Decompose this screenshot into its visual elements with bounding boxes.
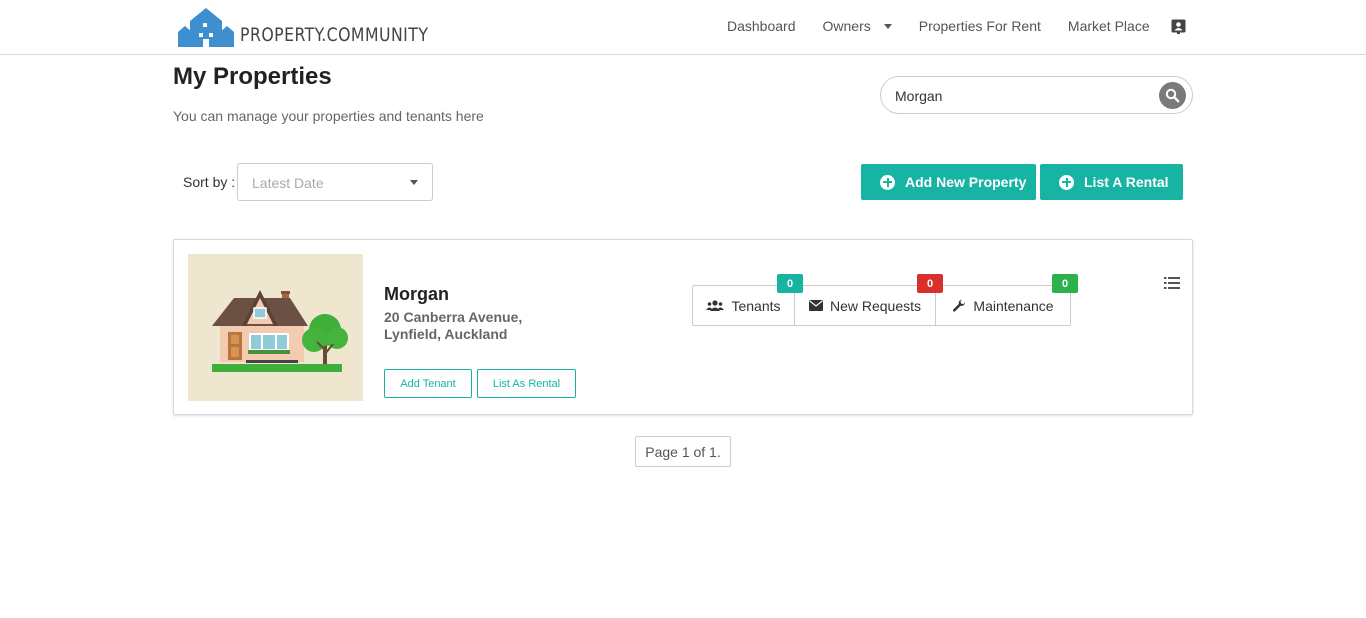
nav-properties-for-rent[interactable]: Properties For Rent xyxy=(919,18,1041,34)
maintenance-label: Maintenance xyxy=(973,297,1054,314)
logo-houses-icon xyxy=(178,8,234,47)
logo[interactable]: PROPERTY.COMMUNITY xyxy=(176,5,445,47)
sort-selected-value: Latest Date xyxy=(252,175,324,191)
nav-dashboard[interactable]: Dashboard xyxy=(727,18,796,34)
property-address-line1: 20 Canberra Avenue, xyxy=(384,309,523,325)
plus-circle-icon xyxy=(1059,174,1074,190)
search-button[interactable] xyxy=(1159,82,1186,109)
envelope-icon xyxy=(808,300,823,311)
list-a-rental-button[interactable]: List A Rental xyxy=(1040,164,1183,200)
wrench-icon xyxy=(953,299,966,312)
new-requests-stat-button[interactable]: 0 New Requests xyxy=(795,274,943,325)
list-as-rental-button[interactable]: List As Rental xyxy=(477,369,576,398)
search-box[interactable]: Morgan xyxy=(880,76,1193,114)
maintenance-stat-button[interactable]: 0 Maintenance xyxy=(936,274,1078,325)
users-icon xyxy=(706,299,725,311)
list-a-rental-label: List A Rental xyxy=(1084,174,1169,190)
plus-circle-icon xyxy=(880,174,895,190)
property-image[interactable] xyxy=(188,254,363,401)
list-menu-icon[interactable] xyxy=(1164,276,1180,290)
new-requests-label: New Requests xyxy=(829,297,922,314)
search-icon xyxy=(1165,88,1180,103)
chevron-down-icon xyxy=(410,180,418,185)
main-nav: Dashboard Owners Properties For Rent Mar… xyxy=(727,18,1177,34)
nav-market-place[interactable]: Market Place xyxy=(1068,18,1150,34)
add-new-property-label: Add New Property xyxy=(905,174,1027,190)
contact-card-icon[interactable] xyxy=(1171,19,1186,34)
sort-select[interactable]: Latest Date xyxy=(237,163,433,201)
property-address-line2: Lynfield, Auckland xyxy=(384,326,508,342)
house-illustration xyxy=(188,254,363,401)
search-input[interactable]: Morgan xyxy=(895,88,942,104)
page-title: My Properties xyxy=(173,63,332,90)
top-navbar: PROPERTY.COMMUNITY Dashboard Owners Prop… xyxy=(0,0,1366,55)
property-address: 20 Canberra Avenue, Lynfield, Auckland xyxy=(384,309,522,343)
tenants-label: Tenants xyxy=(731,297,781,314)
maintenance-count-badge: 0 xyxy=(1052,274,1078,293)
sort-label: Sort by : xyxy=(183,174,236,190)
tenants-stat-button[interactable]: 0 Tenants xyxy=(693,274,803,325)
property-card: Morgan 20 Canberra Avenue, Lynfield, Auc… xyxy=(173,239,1193,415)
add-new-property-button[interactable]: Add New Property xyxy=(861,164,1036,200)
add-tenant-button[interactable]: Add Tenant xyxy=(384,369,472,398)
page-subtitle: You can manage your properties and tenan… xyxy=(173,108,484,124)
chevron-down-icon xyxy=(883,23,892,29)
property-stats-group: 0 Tenants 0 New Requests 0 Maintenance xyxy=(692,274,1078,326)
pagination-info: Page 1 of 1. xyxy=(635,436,731,467)
nav-owners-label: Owners xyxy=(822,18,871,34)
nav-owners-dropdown[interactable]: Owners xyxy=(823,18,892,34)
logo-text: PROPERTY.COMMUNITY xyxy=(240,24,429,46)
property-name[interactable]: Morgan xyxy=(384,284,449,305)
